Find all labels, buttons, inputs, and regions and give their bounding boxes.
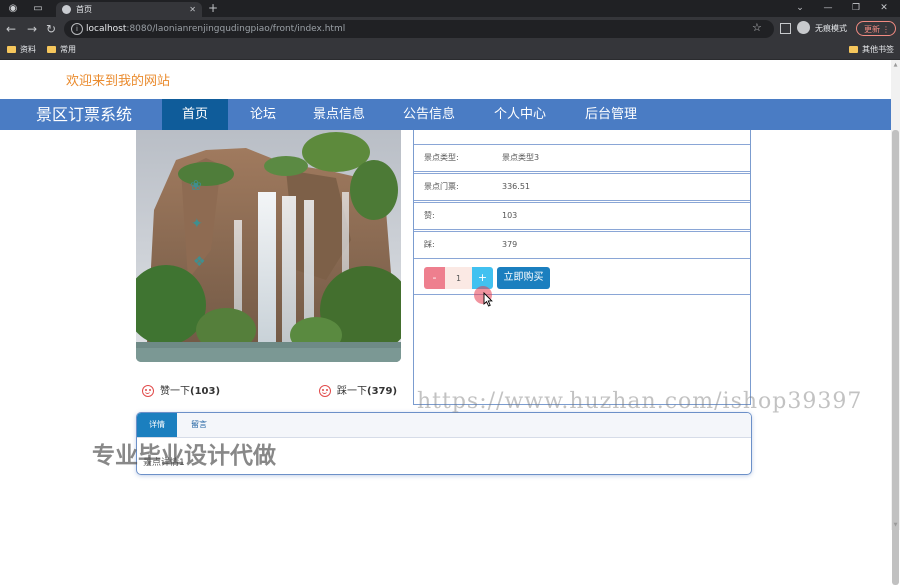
new-tab-icon[interactable]: + bbox=[208, 1, 218, 16]
address-bar[interactable]: i localhost:8080/laonianrenjingqudingpia… bbox=[64, 20, 774, 38]
scroll-down-icon[interactable]: ▼ bbox=[892, 522, 899, 528]
folder-icon bbox=[47, 46, 56, 53]
browser-tab[interactable]: 首页 ✕ bbox=[56, 2, 202, 17]
scroll-thumb[interactable] bbox=[892, 130, 899, 585]
other-bookmarks[interactable]: 其他书签 bbox=[849, 41, 894, 59]
mouse-cursor-icon bbox=[483, 292, 493, 307]
watermark-text: 专业毕业设计代做 bbox=[92, 443, 276, 469]
site-brand: 景区订票系统 bbox=[36, 105, 133, 124]
info-label: 景点类型: bbox=[424, 153, 459, 162]
folder-icon bbox=[849, 46, 858, 53]
svg-text:✦: ✦ bbox=[191, 216, 203, 232]
info-value: 103 bbox=[502, 211, 518, 220]
like-count: (103) bbox=[190, 386, 221, 397]
like-button[interactable]: 赞一下(103) bbox=[142, 382, 220, 397]
update-label: 更新 bbox=[864, 25, 880, 34]
main-nav: 景区订票系统 首页 论坛 景点信息 公告信息 个人中心 后台管理 bbox=[0, 99, 891, 130]
tab-list-icon[interactable]: ▭ bbox=[27, 1, 49, 16]
minimize-icon[interactable]: — bbox=[815, 1, 841, 16]
info-label: 赞: bbox=[424, 211, 435, 220]
side-panel-icon[interactable] bbox=[780, 23, 791, 34]
close-window-icon[interactable]: ✕ bbox=[871, 1, 897, 16]
browser-toolbar: ← → ↻ i localhost:8080/laonianrenjingqud… bbox=[0, 17, 900, 41]
nav-home[interactable]: 首页 bbox=[162, 99, 228, 130]
info-value: 336.51 bbox=[502, 182, 530, 191]
info-label: 景点门票: bbox=[424, 182, 459, 191]
tab-title: 首页 bbox=[76, 5, 92, 14]
reload-icon[interactable]: ↻ bbox=[46, 21, 56, 37]
detail-tab-bar: 详情 留言 bbox=[137, 413, 751, 438]
attraction-info-panel: 景点类型: 景点类型3 景点门票: 336.51 赞: 103 踩: 379 -… bbox=[413, 130, 751, 405]
watermark-url: https://www.huzhan.com/ishop39397 bbox=[417, 389, 863, 414]
bookmark-label: 资料 bbox=[20, 45, 36, 54]
nav-admin[interactable]: 后台管理 bbox=[577, 99, 645, 130]
buy-now-button[interactable]: 立即购买 bbox=[497, 267, 550, 289]
restore-icon[interactable]: ❐ bbox=[843, 1, 869, 16]
scroll-up-icon[interactable]: ▲ bbox=[892, 62, 899, 68]
incognito-icon bbox=[797, 21, 810, 34]
quantity-decrease-button[interactable]: - bbox=[424, 267, 445, 289]
browser-tab-bar: ◉ ▭ 首页 ✕ + ⌄ — ❐ ✕ bbox=[0, 0, 900, 17]
info-icon[interactable]: i bbox=[71, 23, 83, 35]
chevron-down-icon[interactable]: ⌄ bbox=[787, 1, 813, 16]
svg-text:❀: ❀ bbox=[190, 178, 202, 194]
smile-icon bbox=[142, 385, 154, 397]
url-host: localhost bbox=[86, 24, 127, 34]
back-icon[interactable]: ← bbox=[6, 21, 16, 37]
nav-announcements[interactable]: 公告信息 bbox=[395, 99, 463, 130]
nav-attractions[interactable]: 景点信息 bbox=[305, 99, 373, 130]
welcome-text: 欢迎来到我的网站 bbox=[66, 74, 171, 89]
like-label: 赞一下 bbox=[160, 386, 190, 397]
smile-icon bbox=[319, 385, 331, 397]
attraction-photo: ❀ ✦ ❖ bbox=[136, 130, 401, 362]
page-scrollbar[interactable]: ▲ ▼ bbox=[891, 60, 900, 585]
nav-personal-center[interactable]: 个人中心 bbox=[486, 99, 554, 130]
globe-icon bbox=[62, 5, 71, 14]
bookmark-star-icon[interactable]: ☆ bbox=[752, 20, 762, 36]
nav-forum[interactable]: 论坛 bbox=[240, 99, 286, 130]
info-value: 379 bbox=[502, 240, 518, 249]
info-label: 踩: bbox=[424, 240, 435, 249]
more-icon: ⋮ bbox=[882, 25, 890, 34]
bookmark-label: 常用 bbox=[60, 45, 76, 54]
bookmark-folder[interactable]: 资料 bbox=[7, 41, 36, 59]
info-row-likes: 赞: 103 bbox=[414, 202, 750, 230]
update-button[interactable]: 更新 ⋮ bbox=[856, 21, 896, 36]
info-row-price: 景点门票: 336.51 bbox=[414, 173, 750, 201]
info-value: 景点类型3 bbox=[502, 153, 540, 162]
dislike-button[interactable]: 踩一下(379) bbox=[319, 382, 397, 397]
tab-details[interactable]: 详情 bbox=[137, 413, 177, 437]
bookmark-folder[interactable]: 常用 bbox=[47, 41, 76, 59]
close-tab-icon[interactable]: ✕ bbox=[189, 2, 196, 17]
svg-text:❖: ❖ bbox=[193, 254, 206, 270]
folder-icon bbox=[7, 46, 16, 53]
tab-comments[interactable]: 留言 bbox=[181, 413, 217, 437]
incognito-label: 无痕模式 bbox=[815, 24, 847, 33]
info-row-type: 景点类型: 景点类型3 bbox=[414, 144, 750, 172]
quantity-input[interactable] bbox=[445, 267, 472, 289]
purchase-row: - + 立即购买 bbox=[414, 263, 750, 295]
forward-icon[interactable]: → bbox=[27, 21, 37, 37]
dislike-label: 踩一下 bbox=[337, 386, 367, 397]
bookmarks-bar: 资料 常用 其他书签 bbox=[0, 41, 900, 60]
dislike-count: (379) bbox=[367, 386, 398, 397]
other-bookmarks-label: 其他书签 bbox=[862, 45, 894, 54]
address-url: localhost:8080/laonianrenjingqudingpiao/… bbox=[86, 20, 345, 38]
url-path: :8080/laonianrenjingqudingpiao/front/ind… bbox=[126, 24, 346, 34]
browser-menu-icon[interactable]: ◉ bbox=[2, 1, 24, 16]
info-row-dislikes: 踩: 379 bbox=[414, 231, 750, 259]
